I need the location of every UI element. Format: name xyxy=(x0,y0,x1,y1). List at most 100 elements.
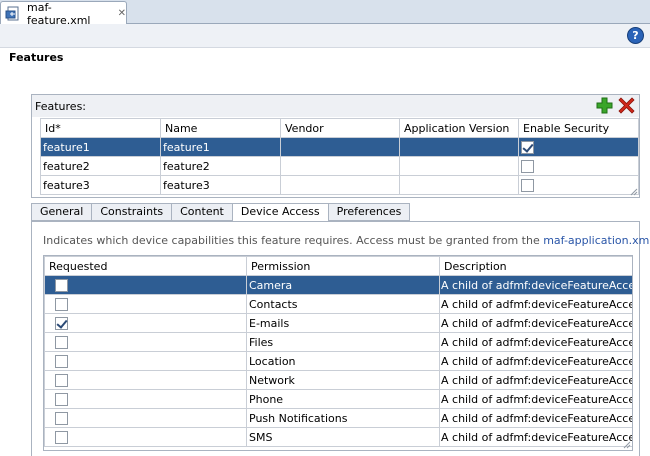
enable-security-cell xyxy=(518,137,639,157)
permission-row[interactable]: Location A child of adfmf:deviceFeatureAc… xyxy=(44,351,632,371)
enable-security-checkbox[interactable] xyxy=(521,159,534,173)
feature-id-cell[interactable]: feature1 xyxy=(40,137,161,157)
xml-file-icon xyxy=(5,6,23,22)
requested-checkbox[interactable] xyxy=(55,335,68,349)
permissions-table-container: Requested Permission Description Camera A… xyxy=(43,255,633,451)
tab-content[interactable]: Content xyxy=(172,203,233,221)
permission-name-cell[interactable]: Phone xyxy=(246,389,440,409)
permission-name-cell[interactable]: SMS xyxy=(246,427,440,447)
tab-general[interactable]: General xyxy=(31,203,93,221)
permission-description-cell[interactable]: A child of adfmf:deviceFeatureAcces... xyxy=(439,275,632,295)
feature-version-cell[interactable] xyxy=(399,175,519,195)
permissions-header-row: Requested Permission Description xyxy=(44,256,632,276)
features-table: Id* Name Vendor Application Version Enab… xyxy=(40,118,639,195)
add-feature-button[interactable] xyxy=(596,97,613,114)
page-title: Features xyxy=(9,51,64,64)
requested-cell xyxy=(44,370,247,390)
feature-id-cell[interactable]: feature3 xyxy=(40,175,161,195)
resize-grip-icon[interactable] xyxy=(623,441,631,449)
feature-name-cell[interactable]: feature1 xyxy=(160,137,281,157)
col-header-name[interactable]: Name xyxy=(160,118,281,138)
editor-toolbar: ? xyxy=(0,24,650,48)
feature-row[interactable]: feature3 feature3 xyxy=(40,175,639,195)
requested-cell xyxy=(44,275,247,295)
requested-cell xyxy=(44,351,247,371)
feature-row[interactable]: feature2 feature2 xyxy=(40,156,639,176)
delete-x-icon xyxy=(618,97,635,114)
permission-description-cell[interactable]: A child of adfmf:deviceFeatureAcces... xyxy=(439,370,632,390)
resize-grip-icon[interactable] xyxy=(630,188,638,196)
col-header-app-version[interactable]: Application Version xyxy=(399,118,519,138)
permission-name-cell[interactable]: Files xyxy=(246,332,440,352)
tab-preferences[interactable]: Preferences xyxy=(328,203,411,221)
tab-constraints[interactable]: Constraints xyxy=(92,203,173,221)
features-header-row: Id* Name Vendor Application Version Enab… xyxy=(40,118,639,138)
permission-row[interactable]: E-mails A child of adfmf:deviceFeatureAcc… xyxy=(44,313,632,333)
permissions-table: Requested Permission Description Camera A… xyxy=(44,256,632,447)
permission-name-cell[interactable]: Camera xyxy=(246,275,440,295)
permission-name-cell[interactable]: Network xyxy=(246,370,440,390)
col-header-description[interactable]: Description xyxy=(439,256,632,276)
permission-description-cell[interactable]: A child of adfmf:deviceFeatureAcces... xyxy=(439,332,632,352)
info-text: Indicates which device capabilities this… xyxy=(43,234,544,247)
permission-row[interactable]: Push Notifications A child of adfmf:devic… xyxy=(44,408,632,428)
editor-tab-label: maf-feature.xml xyxy=(27,0,91,27)
col-header-id[interactable]: Id* xyxy=(40,118,161,138)
close-icon[interactable]: ✕ xyxy=(118,8,126,19)
col-header-vendor[interactable]: Vendor xyxy=(280,118,400,138)
feature-id-cell[interactable]: feature2 xyxy=(40,156,161,176)
requested-checkbox[interactable] xyxy=(55,297,68,311)
feature-vendor-cell[interactable] xyxy=(280,175,400,195)
enable-security-checkbox[interactable] xyxy=(521,140,534,154)
permission-name-cell[interactable]: E-mails xyxy=(246,313,440,333)
requested-cell xyxy=(44,408,247,428)
features-panel-label: Features: xyxy=(35,99,87,113)
detail-tabs: General Constraints Content Device Access Pr… xyxy=(31,203,411,223)
permission-description-cell[interactable]: A child of adfmf:deviceFeatureAcces... xyxy=(439,351,632,371)
requested-checkbox[interactable] xyxy=(55,411,68,425)
permission-name-cell[interactable]: Contacts xyxy=(246,294,440,314)
enable-security-checkbox[interactable] xyxy=(521,178,534,192)
editor-tab-maf-feature[interactable]: maf-feature.xml ✕ xyxy=(0,0,127,27)
features-panel-header: Features: xyxy=(32,95,639,117)
maf-application-link[interactable]: maf-application.xml xyxy=(543,234,650,247)
editor-tab-strip: maf-feature.xml ✕ xyxy=(0,0,650,27)
feature-vendor-cell[interactable] xyxy=(280,137,400,157)
requested-cell xyxy=(44,389,247,409)
feature-name-cell[interactable]: feature2 xyxy=(160,156,281,176)
permission-row[interactable]: SMS A child of adfmf:deviceFeatureAcces..… xyxy=(44,427,632,447)
permission-description-cell[interactable]: A child of adfmf:deviceFeatureAcces... xyxy=(439,294,632,314)
enable-security-cell xyxy=(518,156,639,176)
plus-icon xyxy=(596,97,613,114)
enable-security-cell xyxy=(518,175,639,195)
feature-version-cell[interactable] xyxy=(399,137,519,157)
requested-checkbox[interactable] xyxy=(55,316,68,330)
permission-row[interactable]: Network A child of adfmf:deviceFeatureAcc… xyxy=(44,370,632,390)
permission-name-cell[interactable]: Push Notifications xyxy=(246,408,440,428)
permission-row[interactable]: Camera A child of adfmf:deviceFeatureAcce… xyxy=(44,275,632,295)
device-access-info: Indicates which device capabilities this… xyxy=(43,234,650,247)
permission-description-cell[interactable]: A child of adfmf:deviceFeatureAcces... xyxy=(439,408,632,428)
feature-row[interactable]: feature1 feature1 xyxy=(40,137,639,157)
permission-description-cell[interactable]: A child of adfmf:deviceFeatureAcces... xyxy=(439,427,632,447)
feature-version-cell[interactable] xyxy=(399,156,519,176)
tab-device-access[interactable]: Device Access xyxy=(232,203,329,222)
permission-description-cell[interactable]: A child of adfmf:deviceFeatureAcces... xyxy=(439,389,632,409)
requested-checkbox[interactable] xyxy=(55,392,68,406)
help-icon[interactable]: ? xyxy=(627,27,644,44)
feature-name-cell[interactable]: feature3 xyxy=(160,175,281,195)
requested-checkbox[interactable] xyxy=(55,373,68,387)
requested-checkbox[interactable] xyxy=(55,278,68,292)
requested-checkbox[interactable] xyxy=(55,354,68,368)
delete-feature-button[interactable] xyxy=(618,97,635,114)
feature-vendor-cell[interactable] xyxy=(280,156,400,176)
requested-checkbox[interactable] xyxy=(55,430,68,444)
permission-name-cell[interactable]: Location xyxy=(246,351,440,371)
col-header-permission[interactable]: Permission xyxy=(246,256,440,276)
col-header-requested[interactable]: Requested xyxy=(44,256,247,276)
permission-row[interactable]: Files A child of adfmf:deviceFeatureAcces… xyxy=(44,332,632,352)
col-header-enable-security[interactable]: Enable Security xyxy=(518,118,639,138)
permission-description-cell[interactable]: A child of adfmf:deviceFeatureAcces... xyxy=(439,313,632,333)
permission-row[interactable]: Phone A child of adfmf:deviceFeatureAcces… xyxy=(44,389,632,409)
permission-row[interactable]: Contacts A child of adfmf:deviceFeatureAc… xyxy=(44,294,632,314)
